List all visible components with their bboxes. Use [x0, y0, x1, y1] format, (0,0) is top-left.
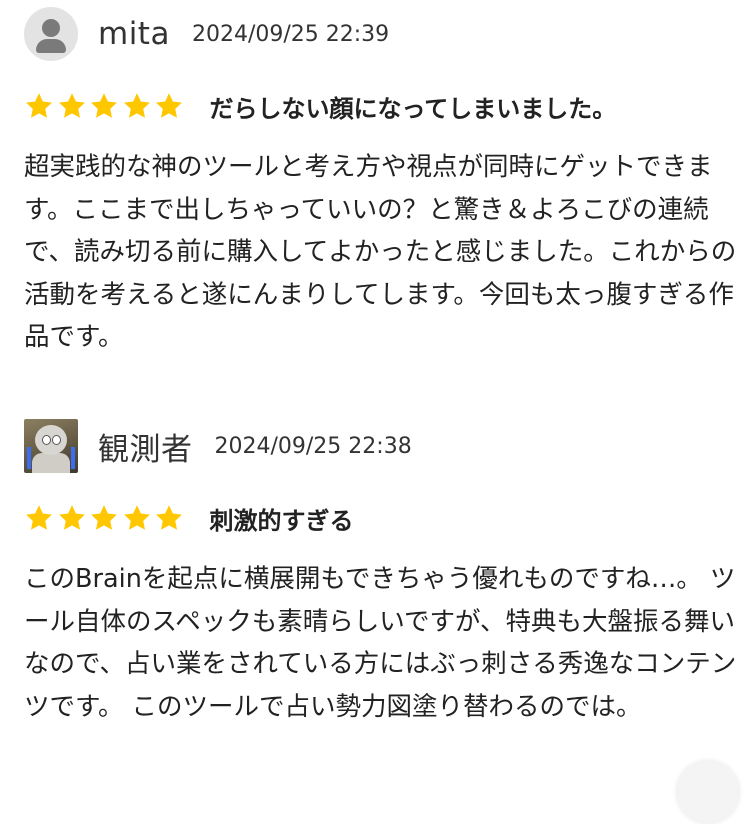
star-icon: [24, 91, 54, 121]
star-icon: [122, 503, 152, 533]
rating-row: だらしない顔になってしまいました。: [24, 86, 616, 126]
star-rating: [24, 503, 187, 533]
star-rating: [24, 91, 187, 121]
user-photo-avatar[interactable]: [24, 419, 78, 473]
star-icon: [57, 91, 87, 121]
star-icon: [154, 503, 184, 533]
floating-action-button[interactable]: [676, 760, 740, 824]
review-body: 超実践的な神のツールと考え方や視点が同時にゲットできます。ここまで出しちゃってい…: [24, 152, 737, 352]
reviewer-name[interactable]: 観測者: [98, 424, 193, 469]
review-body: このBrainを起点に横展開もできちゃう優れものですね…。 ツール自体のスペック…: [24, 564, 737, 722]
rating-row: 刺激的すぎる: [24, 498, 354, 538]
star-icon: [57, 503, 87, 533]
star-icon: [24, 503, 54, 533]
review-title: だらしない顔になってしまいました。: [209, 94, 617, 123]
star-icon: [89, 91, 119, 121]
review-title: 刺激的すぎる: [209, 506, 354, 535]
star-icon: [122, 91, 152, 121]
review-date: 2024/09/25 22:38: [214, 433, 412, 459]
star-icon: [154, 91, 184, 121]
review-date: 2024/09/25 22:39: [191, 21, 390, 47]
star-icon: [89, 503, 119, 533]
review-header: 観測者 2024/09/25 22:38: [24, 418, 412, 474]
review-header: mita 2024/09/25 22:39: [24, 6, 389, 62]
default-user-icon[interactable]: [24, 7, 78, 61]
reviewer-name[interactable]: mita: [98, 16, 170, 52]
